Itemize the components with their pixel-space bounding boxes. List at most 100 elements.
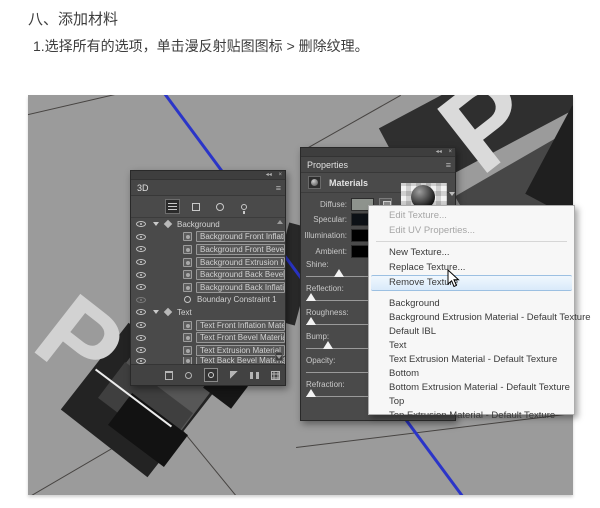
render-icon[interactable] xyxy=(204,368,218,382)
menu-item-background[interactable]: Background xyxy=(369,297,574,311)
close-panel-icon[interactable]: × xyxy=(448,149,452,155)
3d-row-material[interactable]: Text Front Bevel Material xyxy=(131,331,285,344)
diffuse-label: Diffuse: xyxy=(301,200,347,209)
row-label: Background Back Bevel Mat... xyxy=(196,269,285,280)
material-icon xyxy=(183,258,192,267)
slider-thumb[interactable] xyxy=(306,293,316,301)
eye-icon[interactable] xyxy=(136,246,146,252)
3d-row-material[interactable]: Background Back Bevel Mat... xyxy=(131,268,285,281)
3d-row-material[interactable]: Background Front Bevel Ma... xyxy=(131,243,285,256)
row-label: Background xyxy=(177,220,220,229)
merge-icon[interactable] xyxy=(250,372,259,379)
page-subtitle: 1.选择所有的选项，单击漫反射贴图图标 > 删除纹理。 xyxy=(33,36,369,56)
row-label: Background Front Bevel Ma... xyxy=(196,244,285,255)
texture-context-menu: Edit Texture... Edit UV Properties... Ne… xyxy=(368,205,575,415)
material-icon xyxy=(183,283,192,292)
grid-line xyxy=(28,95,117,116)
row-label: Text xyxy=(177,308,192,317)
light-icon[interactable] xyxy=(185,372,192,379)
3d-row-material[interactable]: Background Front Inflation ... xyxy=(131,231,285,244)
3d-row-text-group[interactable]: Text xyxy=(131,306,285,319)
eye-icon[interactable] xyxy=(136,347,146,353)
row-label: Boundary Constraint 1 xyxy=(197,295,277,304)
3d-row-material[interactable]: Background Extrusion Mate... xyxy=(131,256,285,269)
eye-icon[interactable] xyxy=(136,309,146,315)
eye-icon[interactable] xyxy=(136,335,146,341)
eye-icon[interactable] xyxy=(136,272,146,278)
3d-filter-bar xyxy=(131,196,285,218)
grid-icon[interactable] xyxy=(271,371,280,380)
material-icon xyxy=(183,232,192,241)
mouse-cursor-icon xyxy=(447,269,461,289)
materials-sphere-icon xyxy=(308,176,321,189)
slider-thumb[interactable] xyxy=(334,269,344,277)
properties-tab-label: Properties xyxy=(307,160,348,170)
mesh-filter-icon[interactable] xyxy=(189,199,204,214)
menu-item-bottom-extrusion[interactable]: Bottom Extrusion Material - Default Text… xyxy=(369,381,574,395)
3d-panel-toolbar xyxy=(131,364,285,385)
3d-row-material[interactable]: Background Back Inflation ... xyxy=(131,281,285,294)
eye-icon[interactable] xyxy=(136,234,146,240)
menu-item-edit-texture[interactable]: Edit Texture... xyxy=(369,208,574,223)
menu-item-background-extrusion[interactable]: Background Extrusion Material - Default … xyxy=(369,311,574,325)
material-icon xyxy=(183,321,192,330)
illumination-label: Illumination: xyxy=(301,231,347,240)
eye-icon[interactable] xyxy=(136,322,146,328)
slider-thumb[interactable] xyxy=(306,317,316,325)
3d-row-background-group[interactable]: Background xyxy=(131,218,285,231)
3d-layer-list: Background Background Front Inflation ..… xyxy=(131,218,285,365)
menu-item-text[interactable]: Text xyxy=(369,339,574,353)
scroll-up-icon[interactable] xyxy=(277,220,283,224)
row-label: Text Front Inflation Material xyxy=(196,320,285,331)
3d-tab-label: 3D xyxy=(137,183,149,193)
panel-menu-icon[interactable]: ≡ xyxy=(276,180,281,196)
menu-item-top[interactable]: Top xyxy=(369,395,574,409)
material-filter-icon[interactable] xyxy=(213,199,228,214)
row-label: Text Front Bevel Material xyxy=(196,332,285,343)
menu-item-replace-texture[interactable]: Replace Texture... xyxy=(369,260,574,275)
slider-thumb[interactable] xyxy=(306,389,316,397)
menu-item-edit-uv-properties[interactable]: Edit UV Properties... xyxy=(369,223,574,238)
3d-row-constraint[interactable]: Boundary Constraint 1 xyxy=(131,294,285,307)
scene-filter-icon[interactable] xyxy=(165,199,180,214)
menu-item-text-extrusion[interactable]: Text Extrusion Material - Default Textur… xyxy=(369,353,574,367)
specular-label: Specular: xyxy=(301,215,347,224)
material-icon xyxy=(183,245,192,254)
shadow-icon[interactable] xyxy=(230,371,238,379)
eye-icon[interactable] xyxy=(136,284,146,290)
eye-icon[interactable] xyxy=(136,221,146,227)
chevron-down-icon[interactable] xyxy=(153,310,159,314)
close-panel-icon[interactable]: × xyxy=(278,172,282,178)
eye-icon[interactable] xyxy=(136,358,146,364)
properties-titlebar: ◂◂ × xyxy=(301,148,455,157)
menu-item-remove-texture[interactable]: Remove Texture xyxy=(371,275,572,291)
3d-row-material[interactable]: Text Front Inflation Material xyxy=(131,319,285,332)
row-label: Background Extrusion Mate... xyxy=(196,257,285,268)
3d-panel-titlebar: ◂◂ × xyxy=(131,171,285,180)
delete-icon[interactable] xyxy=(165,371,173,380)
preview-picker-arrow-icon[interactable] xyxy=(449,192,455,196)
3d-row-material[interactable]: Text Extrusion Material xyxy=(131,344,285,357)
chevron-down-icon[interactable] xyxy=(153,222,159,226)
panel-menu-icon[interactable]: ≡ xyxy=(446,157,451,173)
menu-item-new-texture[interactable]: New Texture... xyxy=(369,245,574,260)
properties-tab[interactable]: Properties ≡ xyxy=(301,157,455,173)
material-icon xyxy=(183,333,192,342)
eye-icon[interactable] xyxy=(136,259,146,265)
light-filter-icon[interactable] xyxy=(237,199,252,214)
collapse-panel-icon[interactable]: ◂◂ xyxy=(266,172,272,178)
collapse-panel-icon[interactable]: ◂◂ xyxy=(436,149,442,155)
slider-thumb[interactable] xyxy=(323,341,333,349)
scroll-down-icon[interactable] xyxy=(275,352,283,361)
eye-icon[interactable] xyxy=(136,297,146,303)
mesh-badge-icon xyxy=(164,308,172,316)
row-label: Text Extrusion Material xyxy=(196,345,285,356)
materials-header-label: Materials xyxy=(329,178,368,188)
material-icon xyxy=(183,346,192,355)
menu-item-default-ibl[interactable]: Default IBL xyxy=(369,325,574,339)
menu-item-top-extrusion[interactable]: Top Extrusion Material - Default Texture xyxy=(369,409,574,423)
material-icon xyxy=(183,270,192,279)
ambient-label: Ambient: xyxy=(301,247,347,256)
3d-panel-tab[interactable]: 3D ≡ xyxy=(131,180,285,196)
menu-item-bottom[interactable]: Bottom xyxy=(369,367,574,381)
